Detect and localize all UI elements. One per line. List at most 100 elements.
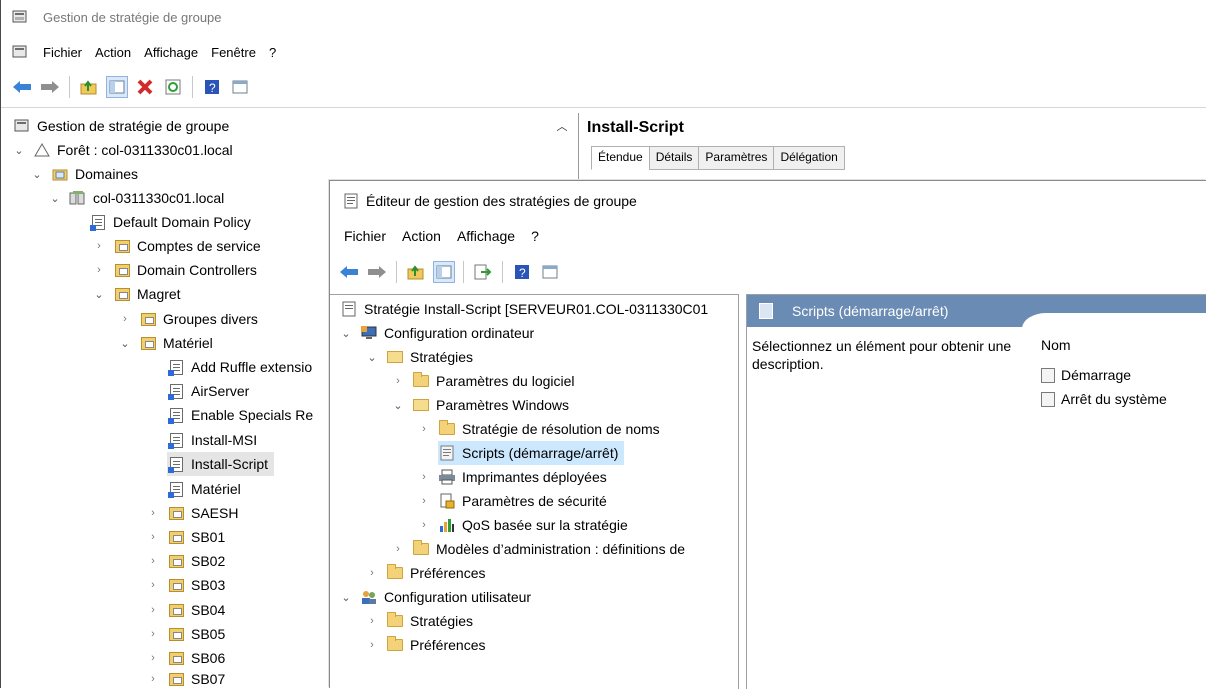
- properties-icon[interactable]: [229, 76, 251, 98]
- tree-item-sb07[interactable]: › SB07: [147, 670, 225, 688]
- list-item-demarrage[interactable]: Démarrage: [1041, 365, 1131, 383]
- delete-icon[interactable]: [134, 76, 156, 98]
- tree-item-enable-specials[interactable]: Enable Specials Re: [167, 403, 329, 427]
- chevron-right-icon[interactable]: ›: [366, 567, 378, 579]
- chevron-right-icon[interactable]: ›: [147, 579, 159, 591]
- tree-item-comptes-de-service[interactable]: › Comptes de service: [93, 234, 261, 258]
- tab-etendue[interactable]: Étendue: [591, 146, 649, 170]
- tree-param-windows[interactable]: ⌄ Paramètres Windows: [392, 393, 569, 417]
- chevron-right-icon[interactable]: ›: [147, 628, 159, 640]
- tree-item-saesh[interactable]: › SAESH: [147, 501, 238, 525]
- tree-item-sb01[interactable]: › SB01: [147, 525, 225, 549]
- chevron-right-icon[interactable]: ›: [366, 639, 378, 651]
- tree-item-domain-controllers[interactable]: › Domain Controllers: [93, 258, 257, 282]
- chevron-right-icon[interactable]: ›: [392, 375, 404, 387]
- chevron-right-icon[interactable]: ›: [147, 531, 159, 543]
- menu-app-icon[interactable]: [11, 43, 29, 61]
- tree-item-install-msi[interactable]: Install-MSI: [167, 428, 257, 452]
- menu-fichier[interactable]: Fichier: [43, 45, 82, 60]
- column-header-nom[interactable]: Nom: [1041, 337, 1071, 353]
- chevron-down-icon[interactable]: ⌄: [31, 168, 43, 181]
- tree-item-materiel-gpo[interactable]: Matériel: [167, 477, 241, 501]
- chevron-down-icon[interactable]: ⌄: [392, 399, 404, 412]
- help-icon[interactable]: ?: [201, 76, 223, 98]
- properties-icon[interactable]: [539, 261, 561, 283]
- tree-item-airserver[interactable]: AirServer: [167, 379, 249, 403]
- chevron-right-icon[interactable]: ›: [147, 604, 159, 616]
- forward-arrow-icon[interactable]: [39, 76, 61, 98]
- tree-domains[interactable]: ⌄ Domaines: [31, 162, 138, 186]
- tree-preferences[interactable]: › Préférences: [366, 561, 485, 585]
- editor-tree-root[interactable]: Stratégie Install-Script [SERVEUR01.COL-…: [340, 297, 735, 321]
- list-item-arret[interactable]: Arrêt du système: [1041, 389, 1167, 407]
- chevron-right-icon[interactable]: ›: [366, 615, 378, 627]
- tree-item-sb04[interactable]: › SB04: [147, 598, 225, 622]
- refresh-icon[interactable]: [162, 76, 184, 98]
- chevron-right-icon[interactable]: ›: [418, 495, 430, 507]
- chevron-right-icon[interactable]: ›: [119, 313, 131, 325]
- up-folder-icon[interactable]: [78, 76, 100, 98]
- chevron-down-icon[interactable]: ⌄: [93, 288, 105, 301]
- chevron-right-icon[interactable]: ›: [93, 240, 105, 252]
- tree-imprimantes[interactable]: › Imprimantes déployées: [418, 465, 607, 489]
- chevron-right-icon[interactable]: ›: [418, 519, 430, 531]
- chevron-right-icon[interactable]: ›: [147, 507, 159, 519]
- up-folder-icon[interactable]: [405, 261, 427, 283]
- tree-resolution-noms[interactable]: › Stratégie de résolution de noms: [418, 417, 660, 441]
- tree-securite[interactable]: › Paramètres de sécurité: [418, 489, 607, 513]
- tab-details[interactable]: Détails: [648, 146, 699, 170]
- help-icon[interactable]: ?: [511, 261, 533, 283]
- export-list-icon[interactable]: [472, 261, 494, 283]
- chevron-right-icon[interactable]: ›: [93, 264, 105, 276]
- chevron-right-icon[interactable]: ›: [147, 652, 159, 664]
- back-arrow-icon[interactable]: [11, 76, 33, 98]
- editor-menu-affichage[interactable]: Affichage: [457, 228, 515, 244]
- forward-arrow-icon[interactable]: [366, 261, 388, 283]
- menu-fenetre[interactable]: Fenêtre: [211, 45, 256, 60]
- tree-user-strategies[interactable]: › Stratégies: [366, 609, 473, 633]
- tree-strategies[interactable]: ⌄ Stratégies: [366, 345, 473, 369]
- show-hide-tree-icon[interactable]: [106, 76, 128, 98]
- chevron-right-icon[interactable]: ›: [147, 673, 159, 685]
- tree-modeles[interactable]: › Modèles d’administration : définitions…: [392, 537, 737, 561]
- tree-item-magret[interactable]: ⌄ Magret: [93, 282, 180, 306]
- tree-item-default-domain-policy[interactable]: Default Domain Policy: [89, 210, 251, 234]
- chevron-down-icon[interactable]: ⌄: [340, 591, 352, 604]
- editor-menu-help[interactable]: ?: [531, 228, 539, 244]
- chevron-down-icon[interactable]: ⌄: [49, 192, 61, 205]
- tree-scripts[interactable]: Scripts (démarrage/arrêt): [438, 441, 625, 465]
- chevron-down-icon[interactable]: ⌄: [119, 337, 131, 350]
- tree-user-config[interactable]: ⌄ Configuration utilisateur: [340, 585, 531, 609]
- tree-domain[interactable]: ⌄ col-0311330c01.local: [49, 186, 224, 210]
- menu-help[interactable]: ?: [269, 45, 276, 60]
- tree-item-materiel[interactable]: ⌄ Matériel: [119, 331, 212, 355]
- chevron-down-icon[interactable]: ⌄: [366, 351, 378, 364]
- scroll-up-arrow-icon[interactable]: ︿: [554, 118, 570, 134]
- chevron-down-icon[interactable]: ⌄: [13, 144, 25, 157]
- chevron-right-icon[interactable]: ›: [418, 423, 430, 435]
- tree-item-sb03[interactable]: › SB03: [147, 573, 225, 597]
- tree-user-preferences[interactable]: › Préférences: [366, 633, 485, 657]
- tree-item-add-ruffle[interactable]: Add Ruffle extensio: [167, 355, 329, 379]
- tree-qos[interactable]: › QoS basée sur la stratégie: [418, 513, 628, 537]
- chevron-right-icon[interactable]: ›: [147, 555, 159, 567]
- tree-root[interactable]: Gestion de stratégie de groupe: [13, 114, 229, 138]
- tree-forest[interactable]: ⌄ Forêt : col-0311330c01.local: [13, 138, 232, 162]
- back-arrow-icon[interactable]: [338, 261, 360, 283]
- tree-item-install-script[interactable]: Install-Script: [167, 452, 275, 476]
- tab-delegation[interactable]: Délégation: [773, 146, 845, 170]
- tree-param-logiciel[interactable]: › Paramètres du logiciel: [392, 369, 575, 393]
- tree-item-sb06[interactable]: › SB06: [147, 646, 225, 670]
- show-hide-tree-icon[interactable]: [433, 261, 455, 283]
- menu-action[interactable]: Action: [95, 45, 131, 60]
- tab-parametres[interactable]: Paramètres: [698, 146, 774, 170]
- tree-comp-config[interactable]: ⌄ Configuration ordinateur: [340, 321, 534, 345]
- tree-item-groupes-divers[interactable]: › Groupes divers: [119, 307, 258, 331]
- tree-item-sb05[interactable]: › SB05: [147, 622, 225, 646]
- chevron-down-icon[interactable]: ⌄: [340, 327, 352, 340]
- chevron-right-icon[interactable]: ›: [392, 543, 404, 555]
- chevron-right-icon[interactable]: ›: [418, 471, 430, 483]
- tree-item-sb02[interactable]: › SB02: [147, 549, 225, 573]
- editor-menu-action[interactable]: Action: [402, 228, 441, 244]
- menu-affichage[interactable]: Affichage: [144, 45, 198, 60]
